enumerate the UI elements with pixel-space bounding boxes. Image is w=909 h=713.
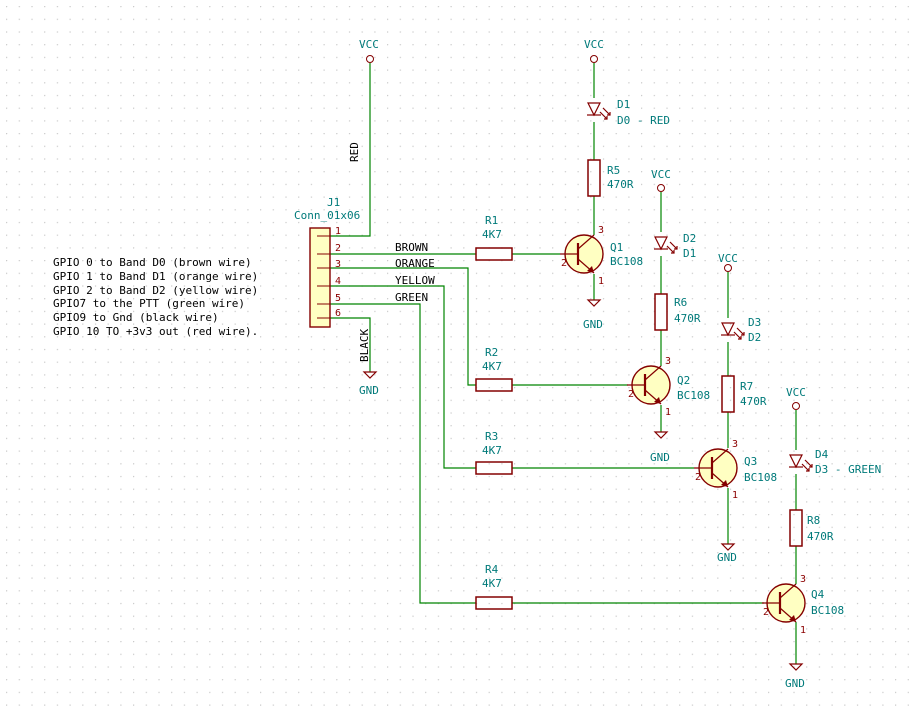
net-label-yellow: YELLOW bbox=[395, 274, 435, 287]
resistor-r5-value: 470R bbox=[607, 178, 634, 191]
transistor-q2-value: BC108 bbox=[677, 389, 710, 402]
transistor-q4-ref: Q4 bbox=[811, 588, 825, 601]
resistor-r7-ref: R7 bbox=[740, 380, 753, 393]
net-label-brown: BROWN bbox=[395, 241, 428, 254]
gnd-label-3: GND bbox=[717, 551, 737, 564]
connector-body bbox=[309, 227, 331, 328]
connector-value: Conn_01x06 bbox=[294, 209, 360, 222]
resistor-r4-value: 4K7 bbox=[482, 577, 502, 590]
vcc-label-4: VCC bbox=[786, 386, 806, 399]
note-line: GPIO9 to Gnd (black wire) bbox=[53, 311, 219, 324]
transistor-q3-value: BC108 bbox=[744, 471, 777, 484]
resistor-r8-value: 470R bbox=[807, 530, 834, 543]
q1-pin-c: 3 bbox=[598, 225, 604, 236]
led-d3-value: D2 bbox=[748, 331, 761, 344]
q4-pin-c: 3 bbox=[800, 574, 806, 585]
resistor-r8-ref: R8 bbox=[807, 514, 820, 527]
vcc-label-j1: VCC bbox=[359, 38, 379, 51]
resistor-r1-value: 4K7 bbox=[482, 228, 502, 241]
connector-pin-1: 1 bbox=[335, 226, 341, 237]
q2-pin-b: 2 bbox=[628, 389, 634, 400]
led-d4-ref: D4 bbox=[815, 448, 829, 461]
led-d2-ref: D2 bbox=[683, 232, 696, 245]
resistor-r2-value: 4K7 bbox=[482, 360, 502, 373]
note-line: GPIO 1 to Band D1 (orange wire) bbox=[53, 270, 258, 283]
vcc-label-2: VCC bbox=[651, 168, 671, 181]
q3-pin-b: 2 bbox=[695, 472, 701, 483]
schematic-canvas: RED BROWN ORANGE YELLOW GREEN BLACK J1 C… bbox=[0, 0, 909, 713]
gnd-label-4: GND bbox=[785, 677, 805, 690]
resistor-r1-ref: R1 bbox=[485, 214, 498, 227]
gnd-label-j1: GND bbox=[359, 384, 379, 397]
gnd-label-2: GND bbox=[650, 451, 670, 464]
resistor-r6-value: 470R bbox=[674, 312, 701, 325]
vcc-label-1: VCC bbox=[584, 38, 604, 51]
net-label-green: GREEN bbox=[395, 291, 428, 304]
led-d4-value: D3 - GREEN bbox=[815, 463, 881, 476]
net-label-red: RED bbox=[348, 142, 361, 162]
resistor-r6-ref: R6 bbox=[674, 296, 687, 309]
note-line: GPIO 10 TO +3v3 out (red wire). bbox=[53, 325, 258, 338]
transistor-q4-value: BC108 bbox=[811, 604, 844, 617]
net-label-black: BLACK bbox=[358, 329, 371, 362]
connector-pin-3: 3 bbox=[335, 259, 341, 270]
q4-pin-b: 2 bbox=[763, 607, 769, 618]
notes-block: GPIO 0 to Band D0 (brown wire) GPIO 1 to… bbox=[53, 256, 258, 338]
resistor-r4-ref: R4 bbox=[485, 563, 499, 576]
connector-pin-5: 5 bbox=[335, 293, 341, 304]
connector-pin-4: 4 bbox=[335, 276, 341, 287]
note-line: GPIO 0 to Band D0 (brown wire) bbox=[53, 256, 252, 269]
q1-pin-e: 1 bbox=[598, 276, 604, 287]
q4-pin-e: 1 bbox=[800, 625, 806, 636]
connector-ref: J1 bbox=[327, 196, 340, 209]
transistor-q3-ref: Q3 bbox=[744, 455, 757, 468]
connector-pin-2: 2 bbox=[335, 243, 341, 254]
resistor-r2-ref: R2 bbox=[485, 346, 498, 359]
led-d3-ref: D3 bbox=[748, 316, 761, 329]
net-label-orange: ORANGE bbox=[395, 257, 435, 270]
gnd-label-1: GND bbox=[583, 318, 603, 331]
q2-pin-e: 1 bbox=[665, 407, 671, 418]
q2-pin-c: 3 bbox=[665, 356, 671, 367]
resistor-r7-value: 470R bbox=[740, 395, 767, 408]
led-d1-ref: D1 bbox=[617, 98, 630, 111]
resistor-r3-ref: R3 bbox=[485, 430, 498, 443]
resistor-r3-value: 4K7 bbox=[482, 444, 502, 457]
q3-pin-c: 3 bbox=[732, 439, 738, 450]
vcc-label-3: VCC bbox=[718, 252, 738, 265]
note-line: GPIO7 to the PTT (green wire) bbox=[53, 297, 245, 310]
led-d1-value: D0 - RED bbox=[617, 114, 670, 127]
connector-pin-6: 6 bbox=[335, 308, 341, 319]
q1-pin-b: 2 bbox=[561, 258, 567, 269]
transistor-q1-ref: Q1 bbox=[610, 241, 623, 254]
resistor-r5-ref: R5 bbox=[607, 164, 620, 177]
transistor-q2-ref: Q2 bbox=[677, 374, 690, 387]
transistor-q1-value: BC108 bbox=[610, 255, 643, 268]
q3-pin-e: 1 bbox=[732, 490, 738, 501]
note-line: GPIO 2 to Band D2 (yellow wire) bbox=[53, 284, 258, 297]
led-d2-value: D1 bbox=[683, 247, 696, 260]
